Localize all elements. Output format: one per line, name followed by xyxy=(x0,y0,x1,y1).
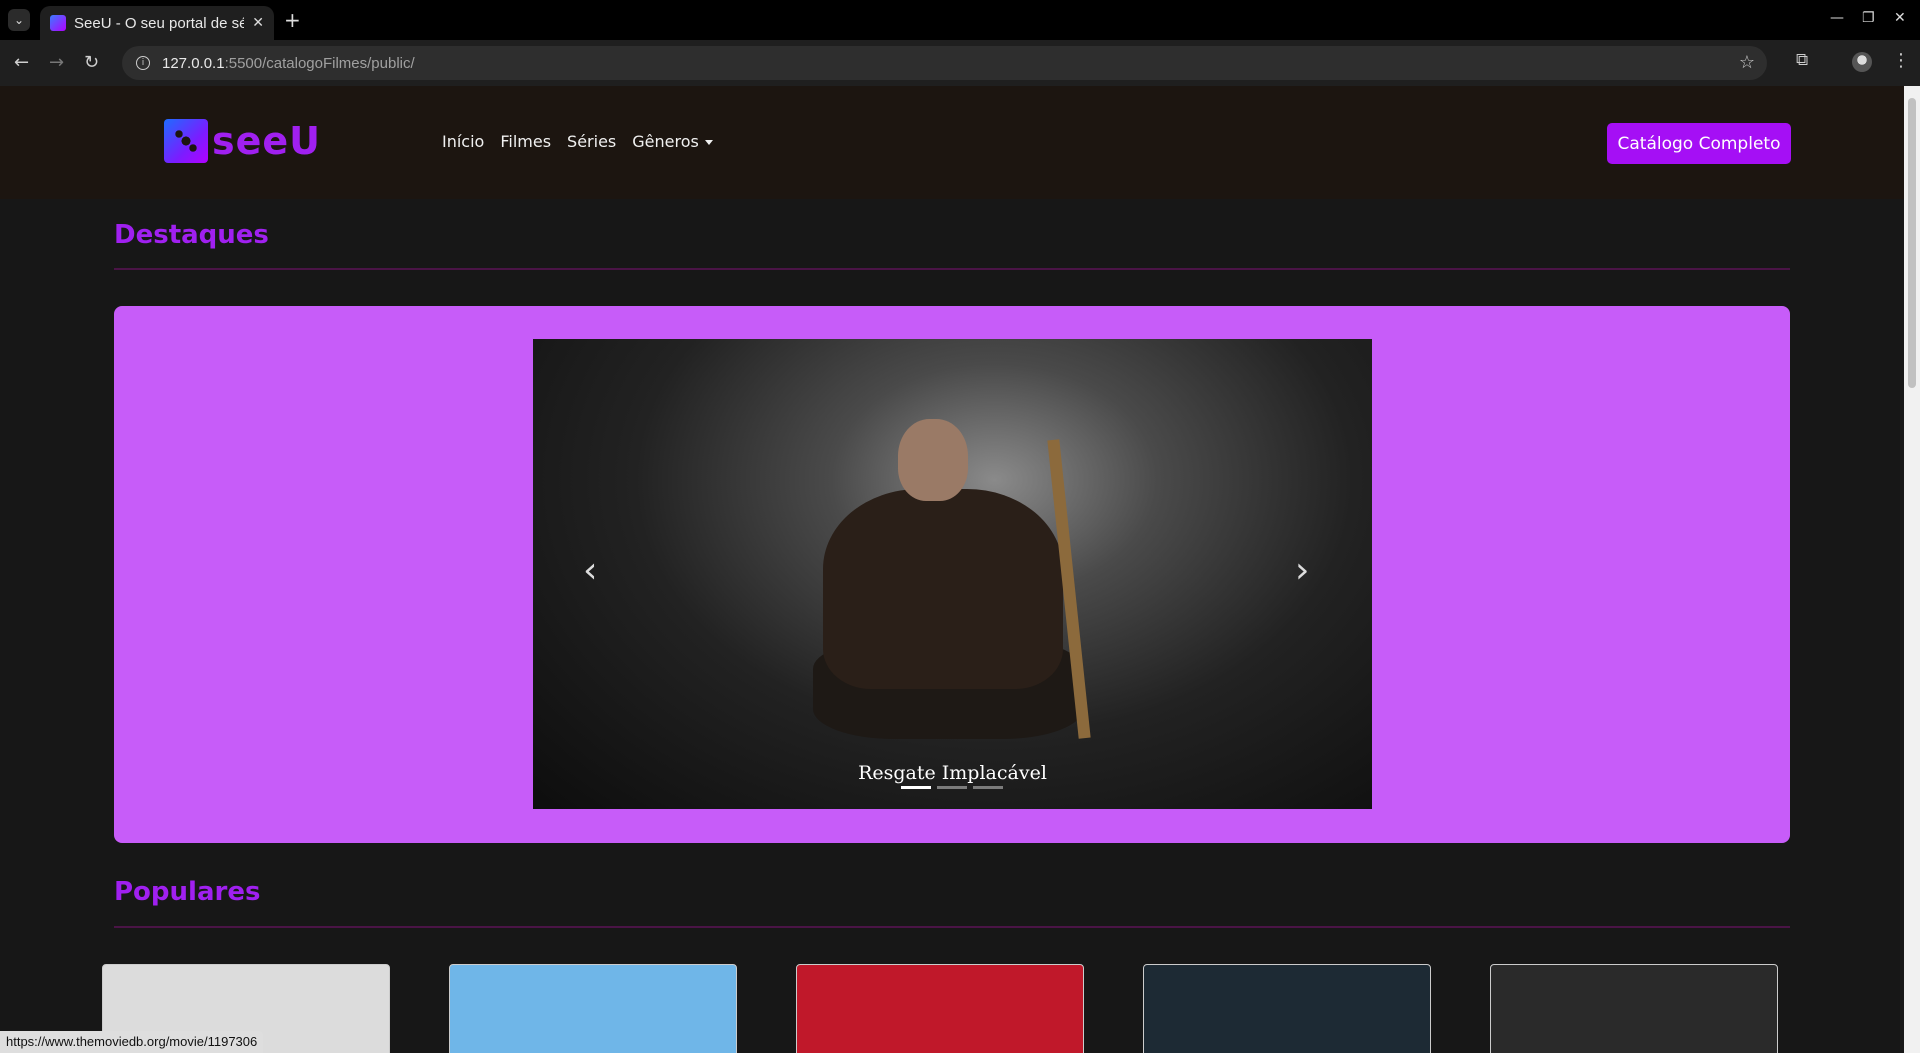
bookmark-star-icon[interactable]: ☆ xyxy=(1739,52,1755,73)
nav-links: Início Filmes Séries Gêneros xyxy=(442,132,713,151)
poster-card[interactable] xyxy=(796,964,1084,1053)
slide-caption: Resgate Implacável xyxy=(858,762,1047,784)
link-status-bubble: https://www.themoviedb.org/movie/1197306 xyxy=(0,1031,264,1053)
browser-menu-icon[interactable]: ⋮ xyxy=(1892,50,1910,71)
highlights-title: Destaques xyxy=(114,220,269,250)
poster-card[interactable] xyxy=(1143,964,1431,1053)
slide-image-body xyxy=(823,489,1063,689)
nav-link-generos: Gêneros xyxy=(632,132,699,151)
carousel-indicator[interactable] xyxy=(901,786,931,789)
new-tab-icon[interactable]: + xyxy=(284,8,301,32)
close-window-icon[interactable]: ✕ xyxy=(1894,10,1906,26)
slide-image xyxy=(783,409,1123,789)
browser-tab[interactable]: SeeU - O seu portal de séries e filmes ✕ xyxy=(40,6,274,40)
site-navbar: seeU Início Filmes Séries Gêneros Catálo… xyxy=(0,86,1904,199)
carousel-next-icon[interactable]: › xyxy=(1295,551,1315,591)
popular-posters xyxy=(102,964,1802,1053)
browser-tab-bar: ⌄ SeeU - O seu portal de séries e filmes… xyxy=(0,0,1920,40)
profile-avatar[interactable] xyxy=(1852,52,1872,72)
url-host: 127.0.0.1 xyxy=(162,54,225,72)
logo-text: seeU xyxy=(212,119,322,163)
caret-down-icon xyxy=(704,140,713,145)
tab-list-chevron-icon[interactable]: ⌄ xyxy=(8,9,30,31)
extensions-puzzle-icon[interactable]: ⧉ xyxy=(1796,50,1808,70)
nav-link-series[interactable]: Séries xyxy=(567,132,616,151)
site-logo[interactable]: seeU xyxy=(164,119,321,163)
nav-link-inicio[interactable]: Início xyxy=(442,132,484,151)
carousel-indicators xyxy=(901,786,1003,789)
close-tab-icon[interactable]: ✕ xyxy=(252,15,264,31)
page-scrollbar[interactable] xyxy=(1904,86,1920,1053)
reload-icon[interactable]: ↻ xyxy=(84,52,99,73)
catalog-button[interactable]: Catálogo Completo xyxy=(1607,123,1791,164)
address-bar-row: ← → ↻ i 127.0.0.1 :5500/catalogoFilmes/p… xyxy=(0,40,1920,86)
carousel-indicator[interactable] xyxy=(937,786,967,789)
restore-icon[interactable]: ❐ xyxy=(1862,10,1875,26)
carousel-slide[interactable]: ‹ › Resgate Implacável xyxy=(533,339,1372,809)
minimize-icon[interactable]: — xyxy=(1830,10,1844,26)
section-divider xyxy=(114,268,1790,270)
poster-card[interactable] xyxy=(1490,964,1778,1053)
nav-link-filmes[interactable]: Filmes xyxy=(500,132,551,151)
nav-dropdown-generos[interactable]: Gêneros xyxy=(632,132,713,151)
seeu-favicon-icon xyxy=(50,15,66,31)
tab-title: SeeU - O seu portal de séries e filmes xyxy=(74,14,244,32)
carousel-indicator[interactable] xyxy=(973,786,1003,789)
section-divider xyxy=(114,926,1790,928)
forward-icon[interactable]: → xyxy=(49,52,64,73)
film-reel-logo-icon xyxy=(164,119,208,163)
site-info-icon[interactable]: i xyxy=(136,56,150,70)
slide-image-head xyxy=(898,419,968,501)
carousel-prev-icon[interactable]: ‹ xyxy=(583,551,603,591)
address-input[interactable]: i 127.0.0.1 :5500/catalogoFilmes/public/… xyxy=(122,46,1767,80)
scrollbar-thumb[interactable] xyxy=(1908,98,1916,388)
back-icon[interactable]: ← xyxy=(14,52,29,73)
page-viewport: seeU Início Filmes Séries Gêneros Catálo… xyxy=(0,86,1904,1053)
poster-card[interactable] xyxy=(449,964,737,1053)
popular-title: Populares xyxy=(114,877,261,907)
url-path: :5500/catalogoFilmes/public/ xyxy=(224,54,415,72)
